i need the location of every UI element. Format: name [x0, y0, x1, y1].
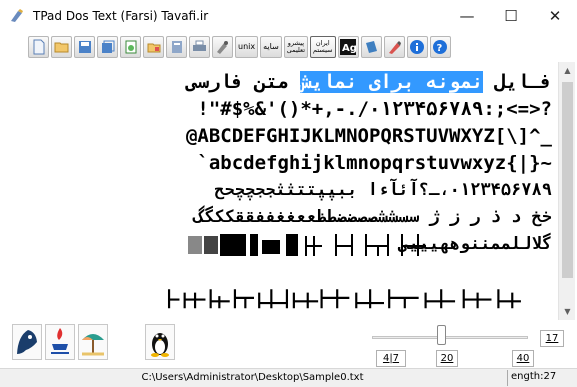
- open-button[interactable]: [51, 36, 72, 58]
- pishro-label-2: تعلیمی: [286, 46, 305, 54]
- settings-icon: [217, 41, 228, 54]
- scroll-down-icon[interactable]: ▼: [559, 303, 576, 320]
- scroll-thumb[interactable]: [562, 82, 573, 278]
- save-as-button[interactable]: [97, 36, 118, 58]
- editor-line-4: `abcdefghijklmnopqrstuvwxyz{|}~: [197, 152, 552, 174]
- save-icon: [78, 41, 91, 53]
- book-icon: [365, 41, 377, 53]
- vertical-scrollbar[interactable]: ▲ ▼: [558, 62, 575, 320]
- app-icon: [11, 9, 23, 22]
- value-box-40[interactable]: 40: [512, 350, 534, 367]
- selected-text: نمونه برای نمایش: [300, 71, 484, 93]
- new-file-icon: [33, 39, 44, 55]
- editor-line-6: خخ د ذ ر ز ژ سسششصصضضطظععغغففققککگگ: [193, 207, 552, 227]
- editor-line-2: !"#$%&'()*+,-./۰۱۲۳۴۵۶۷۸۹:;<=>?: [197, 98, 552, 120]
- settings-button[interactable]: [212, 36, 233, 58]
- export-icon: [171, 41, 182, 53]
- save-as-icon: [101, 40, 114, 53]
- status-file-path: C:\Users\Administrator\Desktop\Sample0.t…: [141, 372, 364, 383]
- java-icon: [51, 328, 69, 354]
- font-size-slider-thumb[interactable]: [437, 325, 446, 345]
- editor-line-5: ۰۱۲۳۴۵۶۷۸۹،ـ؟آئآءا ببپپتتثثججچچحح: [214, 180, 552, 200]
- text-editor[interactable]: فـایل نمونه برای نمایش متن فارسی !"#$%&'…: [8, 62, 558, 320]
- maximize-button[interactable]: ☐: [489, 0, 533, 32]
- export-button[interactable]: [166, 36, 187, 58]
- line1-suffix: متن فارسی: [185, 71, 301, 93]
- box-drawing-glyphs: [167, 289, 521, 309]
- value-box-20[interactable]: 20: [436, 350, 458, 367]
- value-box-17[interactable]: 17: [540, 330, 564, 347]
- windows-button[interactable]: [78, 324, 108, 360]
- scroll-up-icon[interactable]: ▲: [559, 62, 576, 79]
- highlighter-icon: [388, 40, 401, 54]
- title-bar: TPad Dos Text (Farsi) Tavafi.ir — ☐ ✕: [0, 0, 577, 32]
- pishro-button[interactable]: پیشرو تعلیمی: [283, 36, 308, 58]
- info-icon: [410, 40, 424, 54]
- print-icon: [193, 40, 206, 51]
- recent-button[interactable]: [143, 36, 164, 58]
- print-preview-icon: [125, 40, 136, 54]
- open-folder-icon: [54, 42, 68, 53]
- save-button[interactable]: [74, 36, 95, 58]
- svg-text:?: ?: [437, 43, 443, 54]
- iran-system-button[interactable]: ایران سیستم: [310, 36, 336, 58]
- linux-button[interactable]: [145, 324, 175, 360]
- java-button[interactable]: [45, 324, 75, 360]
- saye-button[interactable]: سایه: [260, 36, 282, 58]
- windows-icon: [82, 334, 104, 356]
- info-button[interactable]: [406, 36, 428, 58]
- block-glyphs: [188, 234, 426, 256]
- editor-line-3: @ABCDEFGHIJKLMNOPQRSTUVWXYZ[\]^_: [185, 125, 552, 147]
- book-button[interactable]: [360, 36, 382, 58]
- print-preview-button[interactable]: [120, 36, 141, 58]
- print-button[interactable]: [189, 36, 210, 58]
- font-button[interactable]: Ag: [337, 36, 359, 58]
- font-ag-icon: Ag: [340, 39, 356, 55]
- iran-label-2: سیستم: [313, 46, 333, 54]
- minimize-button[interactable]: —: [445, 0, 489, 32]
- help-button[interactable]: ?: [429, 36, 451, 58]
- open-recent-icon: [147, 43, 160, 53]
- editor-line-1: فـایل نمونه برای نمایش متن فارسی: [186, 70, 552, 94]
- new-file-button[interactable]: [28, 36, 49, 58]
- line1-prefix: فـایل: [483, 71, 552, 93]
- toolbar: unix سایه پیشرو تعلیمی ایران سیستم Ag ?: [28, 36, 451, 60]
- status-bar: C:\Users\Administrator\Desktop\Sample0.t…: [0, 368, 577, 387]
- linux-icon: [151, 333, 169, 357]
- value-box-47[interactable]: 4|7: [376, 350, 406, 367]
- unix-button[interactable]: unix: [235, 36, 259, 58]
- highlighter-button[interactable]: [383, 36, 405, 58]
- font-size-slider-track[interactable]: [372, 336, 528, 339]
- status-length: ength:27: [507, 370, 559, 386]
- dos-button[interactable]: [12, 324, 42, 360]
- svg-text:Ag: Ag: [342, 43, 356, 54]
- help-icon: ?: [433, 40, 447, 54]
- window-title: TPad Dos Text (Farsi) Tavafi.ir: [33, 9, 209, 23]
- dos-icon: [17, 330, 37, 354]
- close-button[interactable]: ✕: [533, 0, 577, 32]
